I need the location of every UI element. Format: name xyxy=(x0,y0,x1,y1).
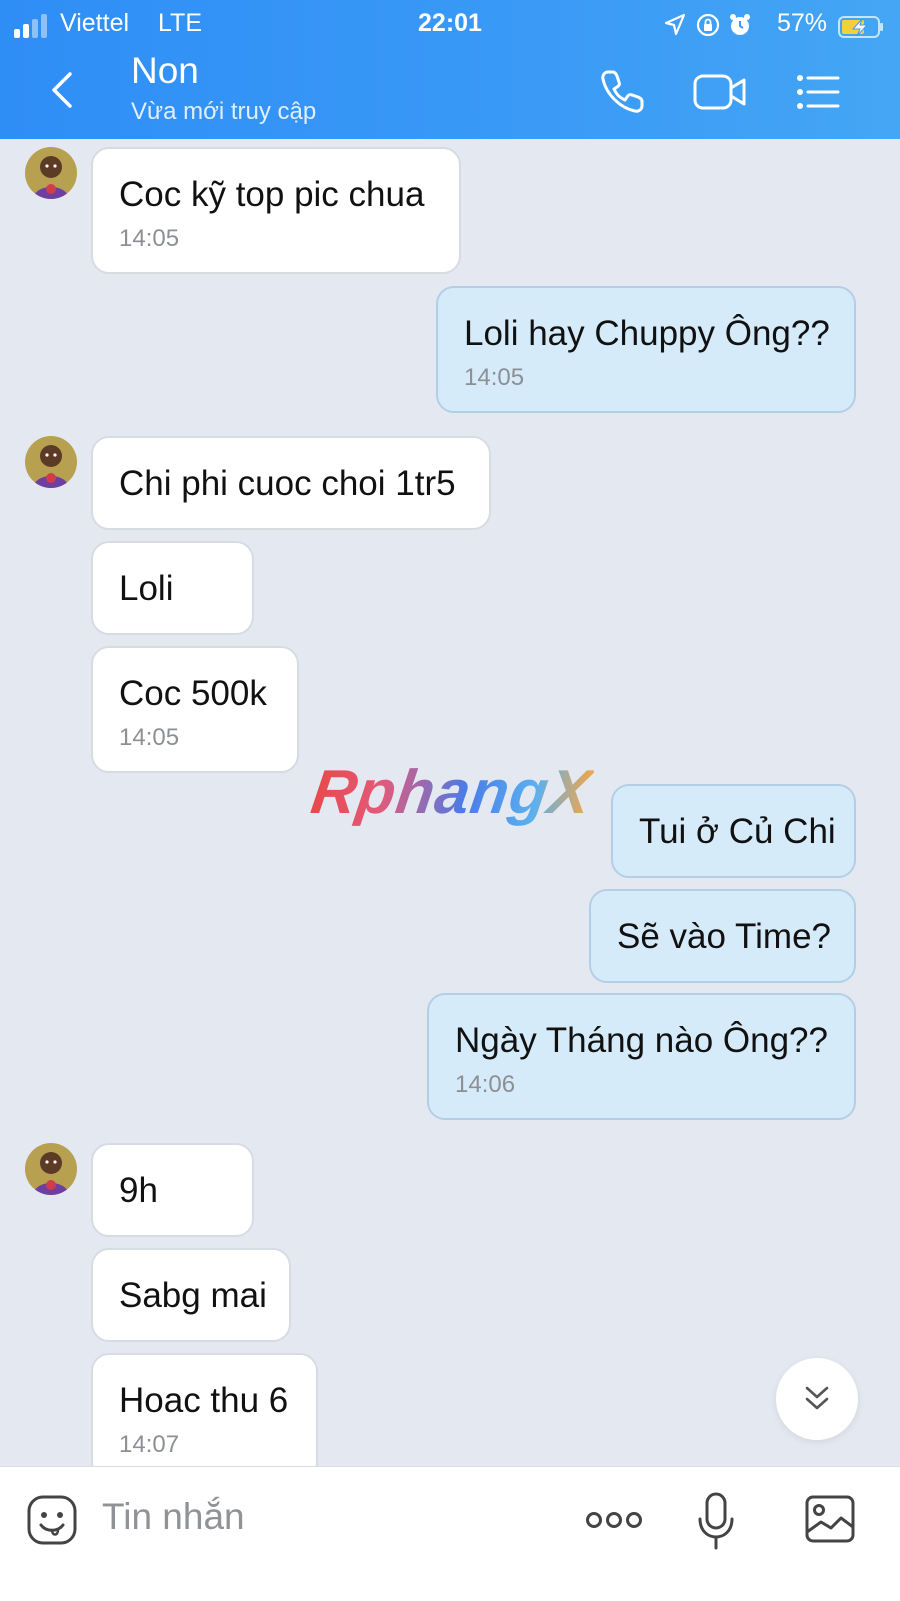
message-bubble-incoming[interactable]: Chi phi cuoc choi 1tr5 xyxy=(91,436,491,530)
message-text: Loli hay Chuppy Ông?? xyxy=(464,314,830,353)
scroll-to-bottom-button[interactable] xyxy=(776,1358,858,1440)
contact-status: Vừa mới truy cập xyxy=(131,98,317,125)
message-text: Hoac thu 6 xyxy=(119,1381,289,1420)
message-text: Chi phi cuoc choi 1tr5 xyxy=(119,464,456,503)
double-chevron-down-icon xyxy=(805,1386,829,1410)
contact-name[interactable]: Non xyxy=(131,50,199,92)
message-text: Loli xyxy=(119,569,174,608)
message-text: Coc 500k xyxy=(119,674,267,713)
message-bubble-outgoing[interactable]: Loli hay Chuppy Ông?? 14:05 xyxy=(436,286,856,413)
location-arrow-icon xyxy=(664,13,686,36)
message-bubble-incoming[interactable]: Hoac thu 6 14:07 xyxy=(91,1353,318,1480)
contact-avatar[interactable] xyxy=(25,1143,77,1195)
sticker-smile-icon[interactable] xyxy=(26,1494,78,1546)
message-input[interactable]: Tin nhắn xyxy=(102,1496,245,1538)
message-text: Sẽ vào Time? xyxy=(617,917,831,956)
message-bubble-outgoing[interactable]: Ngày Tháng nào Ông?? 14:06 xyxy=(427,993,856,1120)
message-list[interactable]: Coc kỹ top pic chua 14:05 Loli hay Chupp… xyxy=(0,139,900,1495)
more-dots-icon[interactable] xyxy=(585,1509,643,1531)
clock: 22:01 xyxy=(418,9,482,37)
message-bubble-outgoing[interactable]: Sẽ vào Time? xyxy=(589,889,856,983)
rotation-lock-icon xyxy=(696,13,720,37)
image-gallery-icon[interactable] xyxy=(804,1494,856,1544)
contact-avatar[interactable] xyxy=(25,436,77,488)
message-time: 14:06 xyxy=(455,1071,516,1098)
message-bubble-outgoing[interactable]: Tui ở Củ Chi xyxy=(611,784,856,878)
message-bubble-incoming[interactable]: Loli xyxy=(91,541,254,635)
phone-icon[interactable] xyxy=(596,66,648,118)
alarm-icon xyxy=(730,14,750,35)
watermark-logo: RphangX xyxy=(307,758,596,827)
message-text: Ngày Tháng nào Ông?? xyxy=(455,1021,828,1060)
back-chevron-icon[interactable] xyxy=(40,68,84,112)
menu-list-icon[interactable] xyxy=(794,66,842,118)
message-text: Sabg mai xyxy=(119,1276,267,1315)
message-text: 9h xyxy=(119,1171,158,1210)
message-bubble-incoming[interactable]: Coc 500k 14:05 xyxy=(91,646,299,773)
message-time: 14:05 xyxy=(119,225,180,252)
message-time: 14:05 xyxy=(464,364,525,391)
video-camera-icon[interactable] xyxy=(692,66,748,118)
battery-charging-icon xyxy=(838,16,883,38)
message-bubble-incoming[interactable]: Sabg mai xyxy=(91,1248,291,1342)
message-bubble-incoming[interactable]: 9h xyxy=(91,1143,254,1237)
battery-percent: 57% xyxy=(777,9,828,37)
message-time: 14:07 xyxy=(119,1431,180,1458)
message-text: Tui ở Củ Chi xyxy=(639,812,836,851)
chat-header: Viettel LTE 22:01 57% Non Vừa mới truy c… xyxy=(0,0,900,139)
message-time: 14:05 xyxy=(119,724,180,751)
status-bar: Viettel LTE 22:01 57% xyxy=(0,6,900,42)
contact-avatar[interactable] xyxy=(25,147,77,199)
message-text: Coc kỹ top pic chua xyxy=(119,175,425,214)
title-bar: Non Vừa mới truy cập xyxy=(0,44,900,139)
message-bubble-incoming[interactable]: Coc kỹ top pic chua 14:05 xyxy=(91,147,461,274)
message-composer: Tin nhắn xyxy=(0,1466,900,1601)
microphone-icon[interactable] xyxy=(697,1491,735,1551)
